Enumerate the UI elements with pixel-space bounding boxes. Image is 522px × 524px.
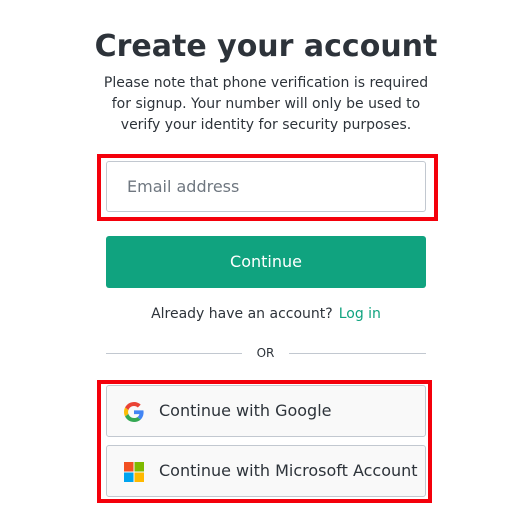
divider-line-left — [106, 353, 242, 354]
microsoft-button-label: Continue with Microsoft Account — [159, 461, 418, 480]
divider-line-right — [289, 353, 426, 354]
microsoft-icon — [124, 462, 144, 482]
continue-with-google-button[interactable]: Continue with Google — [106, 385, 426, 437]
google-icon — [124, 402, 144, 422]
google-button-label: Continue with Google — [159, 401, 332, 420]
page-subtitle: Please note that phone verification is r… — [103, 75, 429, 133]
continue-with-microsoft-button[interactable]: Continue with Microsoft Account — [106, 445, 426, 497]
continue-button[interactable]: Continue — [106, 236, 426, 288]
email-field[interactable] — [106, 161, 426, 212]
login-link[interactable]: Log in — [339, 306, 381, 322]
login-prompt: Already have an account? — [151, 306, 333, 322]
divider-or-label: OR — [256, 346, 275, 360]
page-title: Create your account — [94, 29, 438, 64]
login-row: Already have an account? Log in — [0, 304, 522, 324]
